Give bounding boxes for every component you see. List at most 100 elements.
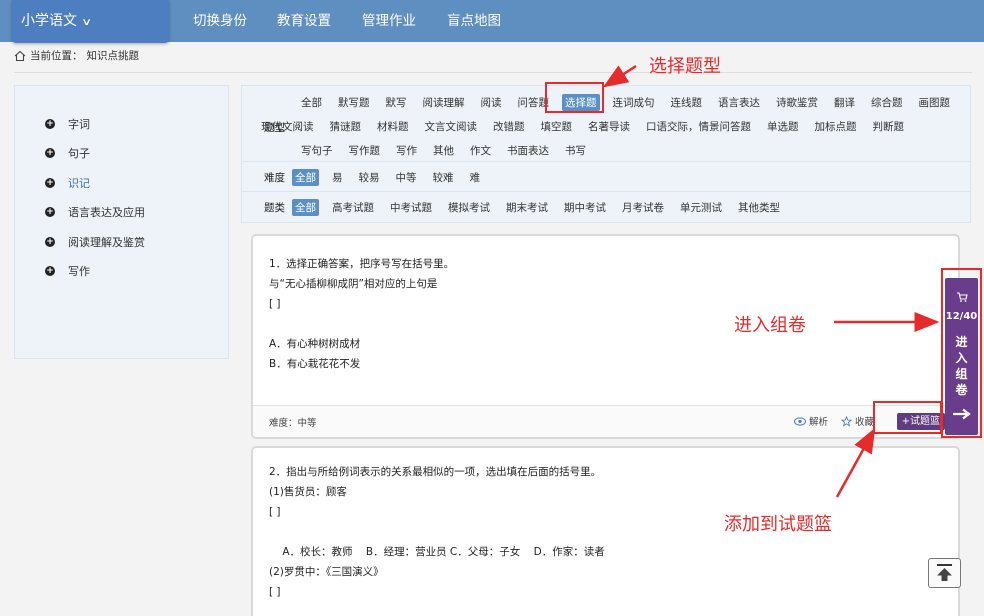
plus-circle-icon[interactable]: + [45, 207, 55, 217]
type-option[interactable]: 判断题 [870, 118, 908, 135]
type-option[interactable]: 单选题 [764, 118, 802, 135]
filter-panel: 题型 全部 默写题 默写 阅读理解 阅读 问答题 选择题 连词成句 连线题 语言表达 诗歌鉴赏 翻译综… [241, 85, 971, 223]
type-option[interactable]: 写句子 [298, 142, 336, 159]
difficulty-text: 难度：中等 [269, 418, 317, 429]
question-line: 与“无心插柳柳成阴”相对应的上句是 [269, 278, 438, 290]
difficulty-option[interactable]: 中等 [393, 169, 420, 186]
option-b: B．有心栽花花不发 [269, 358, 361, 370]
sidebar-item-label: 识记 [68, 177, 90, 190]
chevron-down-icon: ∨ [81, 17, 93, 28]
filter-row-type: 题型 全部 默写题 默写 阅读理解 阅读 问答题 选择题 连词成句 连线题 语言表达 诗歌鉴赏 翻译综… [242, 86, 970, 162]
divider [14, 72, 972, 73]
question-stem: 2．指出与所给例词表示的关系最相似的一项，选出填在后面的括号里。 [269, 466, 602, 478]
type-option[interactable]: 语言表达 [715, 94, 763, 111]
filter-category-label: 题类 [264, 202, 285, 214]
category-option[interactable]: 其他类型 [735, 199, 783, 216]
type-option[interactable]: 改错题 [490, 118, 528, 135]
type-option[interactable]: 猜谜题 [327, 118, 365, 135]
favorite-button[interactable]: 收藏 [841, 414, 874, 428]
question-line: (1)售货员：顾客 [269, 486, 347, 498]
category-option[interactable]: 期中考试 [561, 199, 609, 216]
filter-row-difficulty: 难度 全部易较易 中等 较难难 [242, 162, 970, 191]
sidebar-item-label: 句子 [68, 147, 90, 160]
option-a: A．有心种树树成材 [269, 338, 361, 350]
knowledge-sidebar: + 字词 + 句子 + 识记 + 语言表达及应用 + 阅读理解及鉴赏 + 写作 [14, 85, 229, 359]
type-option[interactable]: 名著导读 [585, 118, 633, 135]
arrow-to-select-type [602, 64, 637, 88]
sidebar-item-label: 阅读理解及鉴赏 [68, 236, 145, 249]
plus-circle-icon[interactable]: + [45, 178, 55, 188]
arrow-up-icon [937, 564, 952, 581]
difficulty-option[interactable]: 难 [467, 169, 484, 186]
category-option[interactable]: 全部 [292, 199, 319, 216]
difficulty-options: 全部易较易 中等 较难难 [292, 169, 493, 186]
category-option[interactable]: 期末考试 [503, 199, 551, 216]
difficulty-option[interactable]: 较易 [356, 169, 383, 186]
back-to-top-button[interactable] [928, 558, 961, 588]
category-option[interactable]: 高考试题 [329, 199, 377, 216]
question-card: 1．选择正确答案，把序号写在括号里。 与“无心插柳柳成阴”相对应的上句是 [ ]… [251, 234, 960, 439]
nav-manage-homework[interactable]: 管理作业 [362, 0, 416, 42]
star-icon [841, 415, 852, 427]
category-option[interactable]: 单元测试 [677, 199, 725, 216]
analysis-button[interactable]: 解析 [794, 414, 828, 428]
type-option[interactable]: 文言文阅读 [422, 118, 481, 135]
plus-circle-icon[interactable]: + [45, 119, 55, 129]
answer-bracket: [ ] [269, 506, 281, 518]
type-option[interactable]: 连词成句 [610, 94, 658, 111]
type-option[interactable]: 书面表达 [504, 142, 552, 159]
type-option[interactable]: 全部 [298, 94, 325, 111]
sidebar-item-label: 写作 [68, 265, 90, 278]
difficulty-option[interactable]: 易 [329, 169, 346, 186]
type-option[interactable]: 默写题 [335, 94, 373, 111]
subject-selector[interactable]: 小学语文 ∨ [12, 0, 169, 43]
type-option[interactable]: 其他 [430, 142, 457, 159]
category-option[interactable]: 中考试题 [387, 199, 435, 216]
type-options-row: 现代文阅读 猜谜题 材料题 文言文阅读 改错题 填空题 名著导读 口语交际，情景问答题 单选题加… [258, 118, 917, 135]
type-option[interactable]: 综合题 [868, 94, 906, 111]
type-option[interactable]: 加标点题 [812, 118, 860, 135]
sidebar-item-memorize[interactable]: + 识记 [45, 175, 90, 191]
sidebar-item-language-expression[interactable]: + 语言表达及应用 [45, 204, 145, 220]
plus-circle-icon[interactable]: + [45, 148, 55, 158]
sidebar-item-words[interactable]: + 字词 [45, 116, 90, 132]
category-options: 全部 高考试题 中考试题 模拟考试 期末考试 期中考试 月考试卷 单元测试 其他类型 [292, 199, 793, 216]
type-option[interactable]: 书写 [562, 142, 589, 159]
type-option[interactable]: 现代文阅读 [258, 118, 317, 135]
breadcrumb: 当前位置： 知识点挑题 [14, 48, 139, 63]
question-footer: 难度：中等 解析 收藏 +试题篮 [253, 405, 958, 437]
type-option[interactable]: 诗歌鉴赏 [773, 94, 821, 111]
type-option[interactable]: 作文 [467, 142, 494, 159]
breadcrumb-page[interactable]: 知识点挑题 [87, 48, 140, 63]
sidebar-item-reading[interactable]: + 阅读理解及鉴赏 [45, 234, 145, 250]
type-option[interactable]: 口语交际，情景问答题 [643, 118, 754, 135]
type-option[interactable]: 默写 [383, 94, 410, 111]
annotation-enter-paper: 进入组卷 [734, 315, 806, 336]
category-option[interactable]: 月考试卷 [619, 199, 667, 216]
type-option[interactable]: 阅读 [478, 94, 505, 111]
type-option[interactable]: 填空题 [538, 118, 576, 135]
sidebar-item-sentences[interactable]: + 句子 [45, 145, 90, 161]
plus-circle-icon[interactable]: + [45, 266, 55, 276]
category-option[interactable]: 模拟考试 [445, 199, 493, 216]
sidebar-item-writing[interactable]: + 写作 [45, 263, 90, 279]
type-option[interactable]: 写作题 [346, 142, 384, 159]
nav-blindspot-map[interactable]: 盲点地图 [447, 0, 501, 42]
type-option[interactable]: 连线题 [668, 94, 706, 111]
nav-switch-identity[interactable]: 切换身份 [193, 0, 247, 42]
filter-row-category: 题类 全部 高考试题 中考试题 模拟考试 期末考试 期中考试 月考试卷 单元测试 其他类型 [242, 192, 970, 222]
breadcrumb-label: 当前位置： [30, 50, 83, 62]
plus-circle-icon[interactable]: + [45, 237, 55, 247]
type-option[interactable]: 翻译 [831, 94, 858, 111]
nav-education-settings[interactable]: 教育设置 [277, 0, 331, 42]
type-option[interactable]: 材料题 [374, 118, 412, 135]
type-option[interactable]: 写作 [393, 142, 420, 159]
type-option[interactable]: 画图题 [916, 94, 954, 111]
question-options: A．校长：教师 B．经理：营业员 C．父母：子女 D．作家：读者 [269, 546, 605, 558]
type-option[interactable]: 阅读理解 [420, 94, 468, 111]
answer-bracket: [ ] [269, 586, 281, 598]
difficulty-option[interactable]: 较难 [430, 169, 457, 186]
question-stem: 1．选择正确答案，把序号写在括号里。 [269, 258, 455, 270]
annotation-add-basket: 添加到试题篮 [724, 514, 832, 535]
difficulty-option[interactable]: 全部 [292, 169, 319, 186]
